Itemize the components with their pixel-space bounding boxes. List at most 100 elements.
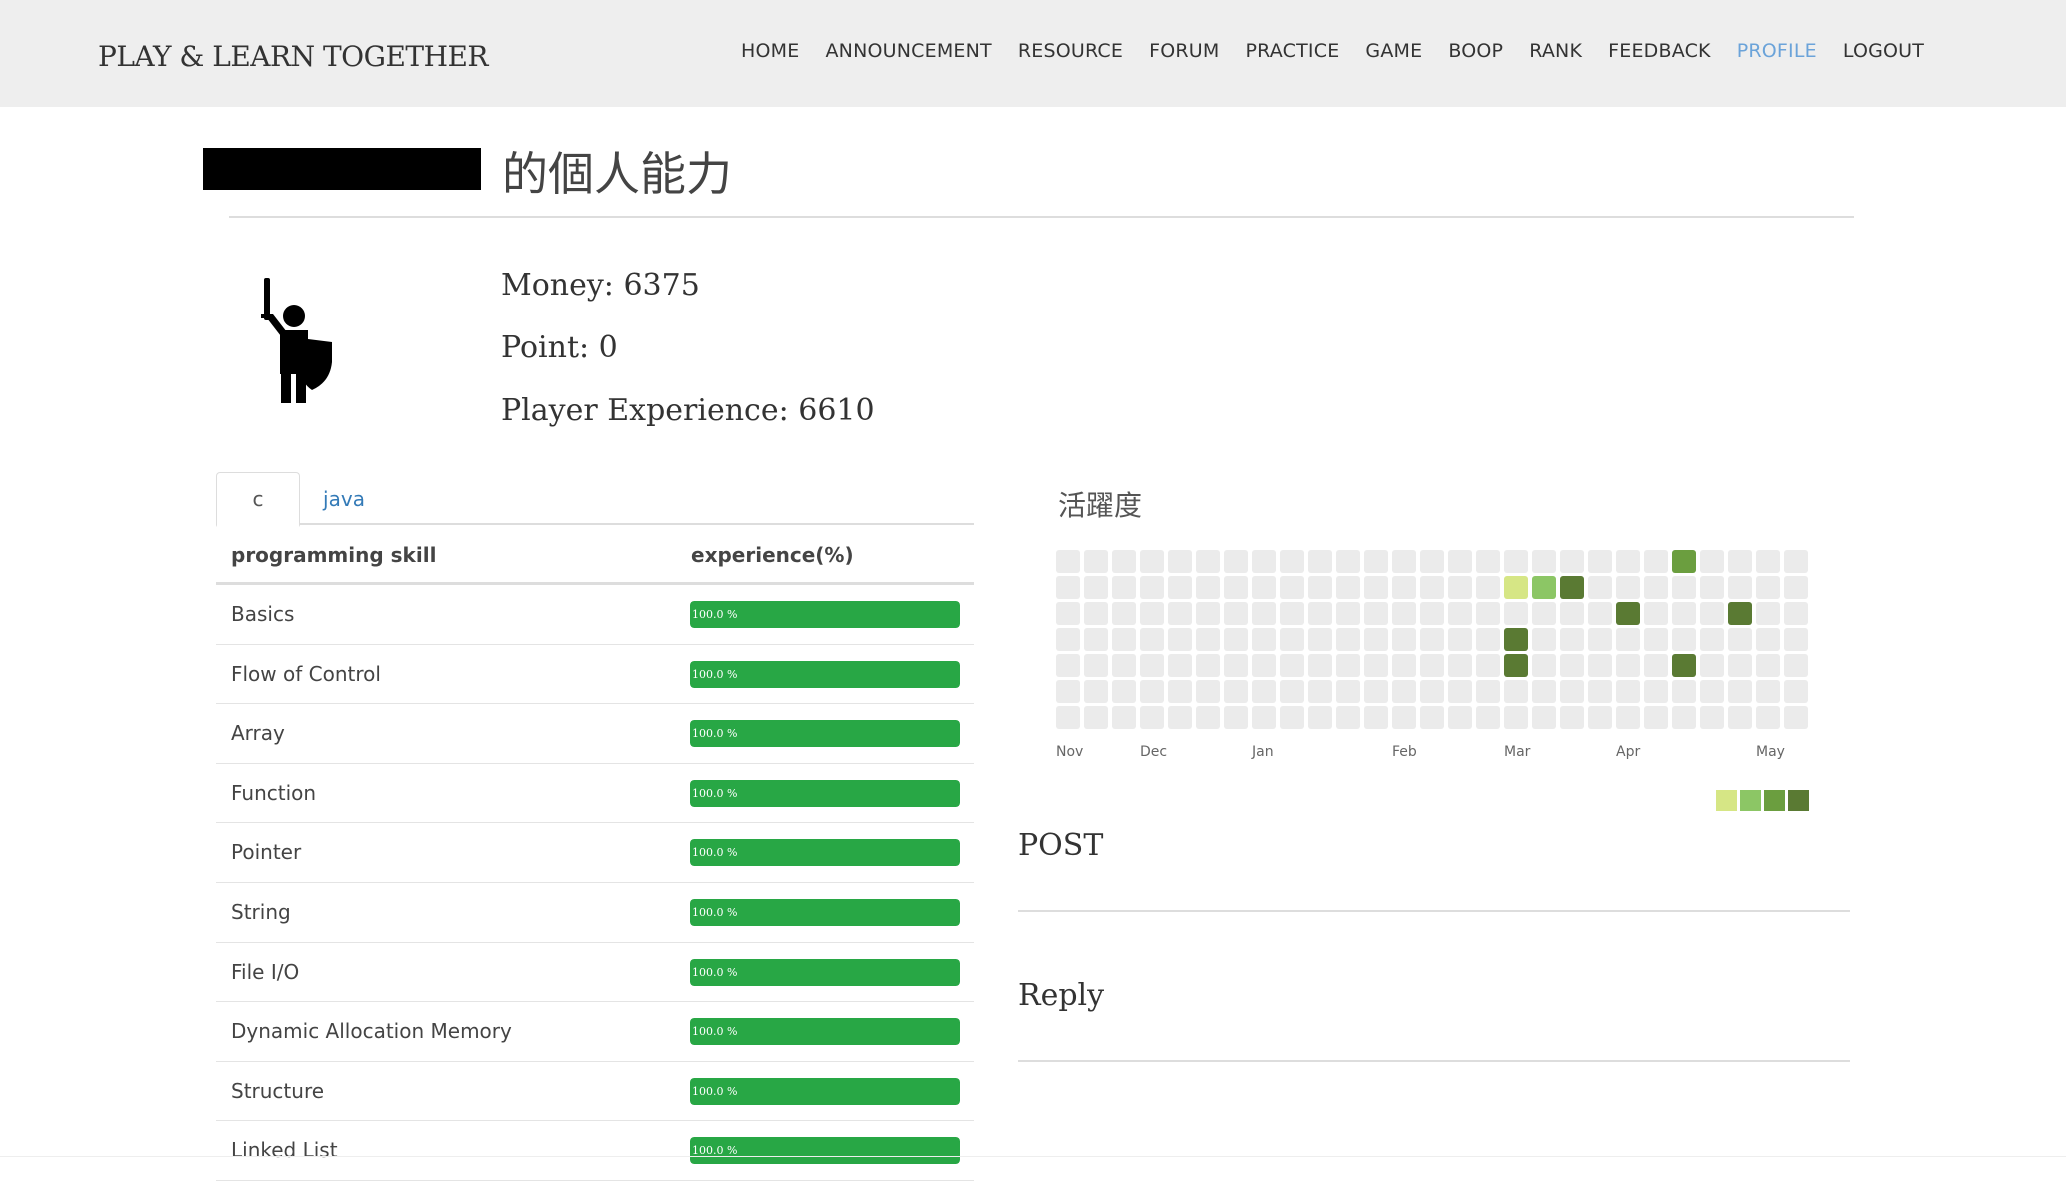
nav-profile[interactable]: PROFILE xyxy=(1724,40,1830,70)
heatmap-cell[interactable] xyxy=(1280,680,1304,703)
heatmap-cell[interactable] xyxy=(1252,602,1276,625)
heatmap-cell[interactable] xyxy=(1448,602,1472,625)
heatmap-cell[interactable] xyxy=(1504,628,1528,651)
heatmap-cell[interactable] xyxy=(1056,602,1080,625)
heatmap-cell[interactable] xyxy=(1084,550,1108,573)
heatmap-cell[interactable] xyxy=(1476,550,1500,573)
heatmap-cell[interactable] xyxy=(1280,706,1304,729)
heatmap-cell[interactable] xyxy=(1504,602,1528,625)
heatmap-cell[interactable] xyxy=(1196,628,1220,651)
heatmap-cell[interactable] xyxy=(1728,706,1752,729)
heatmap-cell[interactable] xyxy=(1756,602,1780,625)
heatmap-cell[interactable] xyxy=(1112,602,1136,625)
heatmap-cell[interactable] xyxy=(1364,550,1388,573)
heatmap-cell[interactable] xyxy=(1224,550,1248,573)
heatmap-cell[interactable] xyxy=(1056,706,1080,729)
heatmap-cell[interactable] xyxy=(1224,628,1248,651)
nav-announcement[interactable]: ANNOUNCEMENT xyxy=(812,40,1004,70)
heatmap-cell[interactable] xyxy=(1168,602,1192,625)
heatmap-cell[interactable] xyxy=(1084,680,1108,703)
nav-boop[interactable]: BOOP xyxy=(1435,40,1516,70)
heatmap-cell[interactable] xyxy=(1616,706,1640,729)
heatmap-cell[interactable] xyxy=(1756,680,1780,703)
nav-home[interactable]: HOME xyxy=(728,40,812,70)
heatmap-cell[interactable] xyxy=(1700,602,1724,625)
tab-java[interactable]: java xyxy=(300,472,388,525)
heatmap-cell[interactable] xyxy=(1588,680,1612,703)
nav-practice[interactable]: PRACTICE xyxy=(1233,40,1353,70)
heatmap-cell[interactable] xyxy=(1420,550,1444,573)
heatmap-cell[interactable] xyxy=(1728,576,1752,599)
heatmap-cell[interactable] xyxy=(1476,654,1500,677)
heatmap-cell[interactable] xyxy=(1308,602,1332,625)
heatmap-cell[interactable] xyxy=(1448,550,1472,573)
heatmap-cell[interactable] xyxy=(1728,680,1752,703)
heatmap-cell[interactable] xyxy=(1504,706,1528,729)
heatmap-cell[interactable] xyxy=(1560,628,1584,651)
heatmap-cell[interactable] xyxy=(1140,706,1164,729)
heatmap-cell[interactable] xyxy=(1140,680,1164,703)
heatmap-cell[interactable] xyxy=(1784,628,1808,651)
heatmap-cell[interactable] xyxy=(1392,550,1416,573)
heatmap-cell[interactable] xyxy=(1476,628,1500,651)
heatmap-cell[interactable] xyxy=(1196,576,1220,599)
heatmap-cell[interactable] xyxy=(1644,706,1668,729)
nav-feedback[interactable]: FEEDBACK xyxy=(1595,40,1724,70)
nav-resource[interactable]: RESOURCE xyxy=(1005,40,1136,70)
nav-logout[interactable]: LOGOUT xyxy=(1830,40,1937,70)
heatmap-cell[interactable] xyxy=(1112,680,1136,703)
heatmap-cell[interactable] xyxy=(1364,680,1388,703)
heatmap-cell[interactable] xyxy=(1672,602,1696,625)
heatmap-cell[interactable] xyxy=(1588,576,1612,599)
heatmap-cell[interactable] xyxy=(1364,576,1388,599)
heatmap-cell[interactable] xyxy=(1280,628,1304,651)
heatmap-cell[interactable] xyxy=(1224,602,1248,625)
heatmap-cell[interactable] xyxy=(1308,654,1332,677)
heatmap-cell[interactable] xyxy=(1616,628,1640,651)
heatmap-cell[interactable] xyxy=(1756,576,1780,599)
heatmap-cell[interactable] xyxy=(1644,576,1668,599)
heatmap-cell[interactable] xyxy=(1700,550,1724,573)
tab-c[interactable]: c xyxy=(216,472,300,527)
heatmap-cell[interactable] xyxy=(1252,576,1276,599)
heatmap-cell[interactable] xyxy=(1448,576,1472,599)
heatmap-cell[interactable] xyxy=(1532,654,1556,677)
heatmap-cell[interactable] xyxy=(1700,628,1724,651)
heatmap-cell[interactable] xyxy=(1112,654,1136,677)
heatmap-cell[interactable] xyxy=(1308,706,1332,729)
heatmap-cell[interactable] xyxy=(1644,602,1668,625)
heatmap-cell[interactable] xyxy=(1700,706,1724,729)
heatmap-cell[interactable] xyxy=(1364,706,1388,729)
heatmap-cell[interactable] xyxy=(1560,654,1584,677)
heatmap-cell[interactable] xyxy=(1280,550,1304,573)
heatmap-cell[interactable] xyxy=(1756,628,1780,651)
heatmap-cell[interactable] xyxy=(1532,706,1556,729)
heatmap-cell[interactable] xyxy=(1784,654,1808,677)
heatmap-cell[interactable] xyxy=(1252,550,1276,573)
heatmap-cell[interactable] xyxy=(1728,654,1752,677)
heatmap-cell[interactable] xyxy=(1196,706,1220,729)
heatmap-cell[interactable] xyxy=(1392,602,1416,625)
heatmap-cell[interactable] xyxy=(1448,628,1472,651)
heatmap-cell[interactable] xyxy=(1224,706,1248,729)
heatmap-cell[interactable] xyxy=(1560,706,1584,729)
heatmap-cell[interactable] xyxy=(1252,706,1276,729)
heatmap-cell[interactable] xyxy=(1784,576,1808,599)
heatmap-cell[interactable] xyxy=(1448,654,1472,677)
heatmap-cell[interactable] xyxy=(1532,680,1556,703)
heatmap-cell[interactable] xyxy=(1056,628,1080,651)
heatmap-cell[interactable] xyxy=(1084,706,1108,729)
heatmap-cell[interactable] xyxy=(1616,602,1640,625)
heatmap-cell[interactable] xyxy=(1784,602,1808,625)
heatmap-cell[interactable] xyxy=(1784,680,1808,703)
heatmap-cell[interactable] xyxy=(1392,576,1416,599)
heatmap-cell[interactable] xyxy=(1280,654,1304,677)
heatmap-cell[interactable] xyxy=(1672,680,1696,703)
heatmap-cell[interactable] xyxy=(1140,602,1164,625)
heatmap-cell[interactable] xyxy=(1168,680,1192,703)
heatmap-cell[interactable] xyxy=(1616,576,1640,599)
heatmap-cell[interactable] xyxy=(1728,550,1752,573)
heatmap-cell[interactable] xyxy=(1588,602,1612,625)
heatmap-cell[interactable] xyxy=(1252,680,1276,703)
heatmap-cell[interactable] xyxy=(1308,680,1332,703)
